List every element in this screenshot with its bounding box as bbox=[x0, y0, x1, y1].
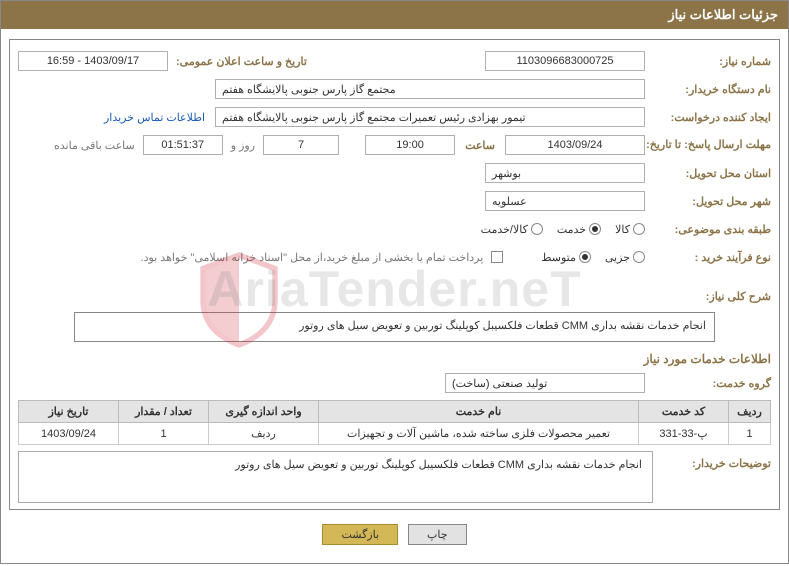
cell-code: پ-33-331 bbox=[639, 423, 729, 445]
th-code: کد خدمت bbox=[639, 401, 729, 423]
requestor-field: تیمور بهزادی رئیس تعمیرات مجتمع گاز پارس… bbox=[215, 107, 645, 127]
cell-date: 1403/09/24 bbox=[19, 423, 119, 445]
need-no-label: شماره نیاز: bbox=[653, 55, 771, 68]
process-label: نوع فرآیند خرید : bbox=[653, 251, 771, 264]
cell-unit: ردیف bbox=[209, 423, 319, 445]
city-field: عسلویه bbox=[485, 191, 645, 211]
province-field: بوشهر bbox=[485, 163, 645, 183]
countdown-suffix: ساعت باقی مانده bbox=[54, 139, 135, 152]
deadline-time-field: 19:00 bbox=[365, 135, 455, 155]
announce-field: 1403/09/17 - 16:59 bbox=[18, 51, 168, 71]
contact-link[interactable]: اطلاعات تماس خریدار bbox=[104, 111, 205, 124]
radio-both[interactable]: کالا/خدمت bbox=[481, 223, 543, 236]
countdown-field: 01:51:37 bbox=[143, 135, 223, 155]
services-table: ردیف کد خدمت نام خدمت واحد اندازه گیری ت… bbox=[18, 400, 771, 445]
table-header-row: ردیف کد خدمت نام خدمت واحد اندازه گیری ت… bbox=[19, 401, 771, 423]
requestor-label: ایجاد کننده درخواست: bbox=[653, 111, 771, 124]
province-label: استان محل تحویل: bbox=[653, 167, 771, 180]
time-label: ساعت bbox=[465, 139, 495, 152]
radio-jozei[interactable]: جزیی bbox=[605, 251, 645, 264]
category-label: طبقه بندی موضوعی: bbox=[653, 223, 771, 236]
announce-label: تاریخ و ساعت اعلان عمومی: bbox=[176, 55, 307, 68]
general-desc-box: انجام خدمات نقشه بداری CMM قطعات فلکسیبل… bbox=[74, 312, 715, 342]
services-info-title: اطلاعات خدمات مورد نیاز bbox=[18, 352, 771, 366]
payment-note: پرداخت تمام یا بخشی از مبلغ خرید،از محل … bbox=[141, 251, 484, 264]
print-button[interactable]: چاپ bbox=[408, 524, 467, 545]
buyer-notes-box: انجام خدمات نقشه بداری CMM قطعات فلکسیبل… bbox=[18, 451, 653, 503]
table-row: 1 پ-33-331 تعمیر محصولات فلزی ساخته شده،… bbox=[19, 423, 771, 445]
radio-icon bbox=[633, 251, 645, 263]
need-no-field: 1103096683000725 bbox=[485, 51, 645, 71]
radio-motavaset[interactable]: متوسط bbox=[541, 251, 591, 264]
service-group-field: تولید صنعتی (ساخت) bbox=[445, 373, 645, 393]
buyer-notes-label: توضیحات خریدار: bbox=[663, 451, 771, 470]
th-name: نام خدمت bbox=[319, 401, 639, 423]
payment-checkbox[interactable] bbox=[491, 251, 503, 263]
buyer-org-label: نام دستگاه خریدار: bbox=[653, 83, 771, 96]
radio-icon bbox=[531, 223, 543, 235]
th-unit: واحد اندازه گیری bbox=[209, 401, 319, 423]
page-header: جزئیات اطلاعات نیاز bbox=[1, 1, 788, 29]
days-suffix: روز و bbox=[231, 139, 255, 152]
radio-khadamat[interactable]: خدمت bbox=[557, 223, 601, 236]
deadline-date-field: 1403/09/24 bbox=[505, 135, 645, 155]
deadline-label: مهلت ارسال پاسخ: تا تاریخ: bbox=[653, 139, 771, 151]
page-title: جزئیات اطلاعات نیاز bbox=[668, 7, 778, 22]
radio-icon bbox=[633, 223, 645, 235]
cell-qty: 1 bbox=[119, 423, 209, 445]
th-row: ردیف bbox=[729, 401, 771, 423]
cell-name: تعمیر محصولات فلزی ساخته شده، ماشین آلات… bbox=[319, 423, 639, 445]
th-qty: تعداد / مقدار bbox=[119, 401, 209, 423]
process-radio-group: جزیی متوسط bbox=[541, 251, 645, 264]
th-date: تاریخ نیاز bbox=[19, 401, 119, 423]
cell-row: 1 bbox=[729, 423, 771, 445]
service-group-label: گروه خدمت: bbox=[653, 377, 771, 390]
days-field: 7 bbox=[263, 135, 339, 155]
category-radio-group: کالا خدمت کالا/خدمت bbox=[481, 223, 645, 236]
radio-kala[interactable]: کالا bbox=[615, 223, 645, 236]
radio-icon bbox=[589, 223, 601, 235]
buyer-org-field: مجتمع گاز پارس جنوبی پالایشگاه هفتم bbox=[215, 79, 645, 99]
radio-icon bbox=[579, 251, 591, 263]
general-desc-label: شرح کلی نیاز: bbox=[653, 284, 771, 303]
back-button[interactable]: بازگشت bbox=[322, 524, 398, 545]
city-label: شهر محل تحویل: bbox=[653, 195, 771, 208]
